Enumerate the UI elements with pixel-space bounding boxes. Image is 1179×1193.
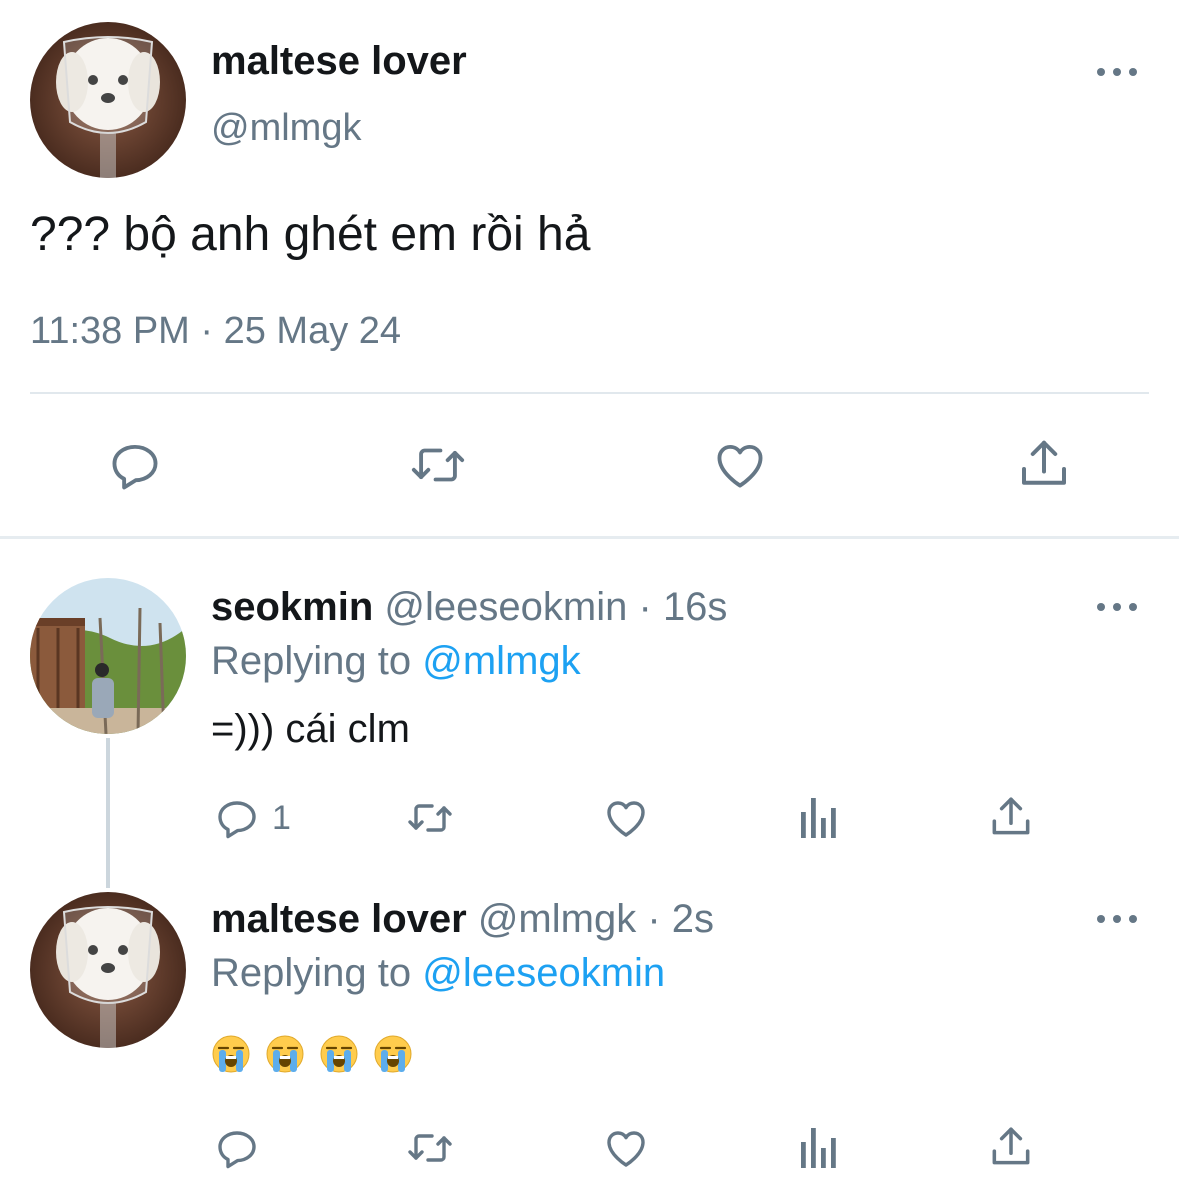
tweet-time[interactable]: 2s xyxy=(672,897,714,941)
section-divider xyxy=(0,536,1179,539)
loudly-crying-face-icon xyxy=(212,1035,250,1073)
retweet-icon[interactable] xyxy=(402,1124,458,1172)
loudly-crying-face-icon xyxy=(374,1035,412,1073)
retweet-icon[interactable] xyxy=(406,436,470,494)
more-options-icon[interactable] xyxy=(1097,601,1137,613)
share-icon[interactable] xyxy=(986,792,1036,842)
divider xyxy=(30,392,1149,394)
loudly-crying-face-icon xyxy=(320,1035,358,1073)
handle[interactable]: @mlmgk xyxy=(211,106,361,150)
tweet-text: 😭😭😭😭 xyxy=(211,1034,427,1078)
tweet-text-emoji: 😭😭😭😭 xyxy=(211,1034,216,1035)
thread-line xyxy=(106,738,110,888)
analytics-icon[interactable] xyxy=(798,796,840,840)
more-options-icon[interactable] xyxy=(1097,66,1137,78)
share-icon[interactable] xyxy=(1014,434,1074,494)
display-name[interactable]: seokmin xyxy=(211,585,373,629)
replying-to-handle[interactable]: @mlmgk xyxy=(422,639,580,683)
like-icon[interactable] xyxy=(710,436,770,494)
tweet-text: ??? bộ anh ghét em rồi hả xyxy=(30,208,591,261)
like-icon[interactable] xyxy=(601,794,651,842)
separator: · xyxy=(638,585,652,629)
like-icon[interactable] xyxy=(601,1124,651,1172)
analytics-icon[interactable] xyxy=(798,1126,840,1170)
reply-header: maltese lover @mlmgk · 2s xyxy=(211,896,714,942)
reply-icon[interactable] xyxy=(213,1124,261,1172)
more-options-icon[interactable] xyxy=(1097,913,1137,925)
loudly-crying-face-icon xyxy=(266,1035,304,1073)
avatar[interactable] xyxy=(30,22,186,178)
tweet-time[interactable]: 16s xyxy=(663,585,728,629)
display-name[interactable]: maltese lover xyxy=(211,897,467,941)
avatar[interactable] xyxy=(30,578,186,734)
separator: · xyxy=(647,897,661,941)
share-icon[interactable] xyxy=(986,1122,1036,1172)
reply-icon[interactable] xyxy=(213,794,261,842)
reply-icon[interactable] xyxy=(106,436,164,494)
retweet-icon[interactable] xyxy=(402,794,458,842)
handle[interactable]: @mlmgk xyxy=(478,897,636,941)
tweet-text: =))) cái clm xyxy=(211,707,410,751)
display-name[interactable]: maltese lover xyxy=(211,38,467,84)
handle[interactable]: @leeseokmin xyxy=(384,585,627,629)
replying-to: Replying to @mlmgk xyxy=(211,638,581,684)
reply-count: 1 xyxy=(272,799,291,837)
avatar[interactable] xyxy=(30,892,186,1048)
tweet-timestamp[interactable]: 11:38 PM · 25 May 24 xyxy=(30,308,401,354)
reply-header: seokmin @leeseokmin · 16s xyxy=(211,584,727,630)
replying-to: Replying to @leeseokmin xyxy=(211,950,665,996)
replying-to-label: Replying to xyxy=(211,951,412,995)
replying-to-handle[interactable]: @leeseokmin xyxy=(422,951,665,995)
replying-to-label: Replying to xyxy=(211,639,412,683)
